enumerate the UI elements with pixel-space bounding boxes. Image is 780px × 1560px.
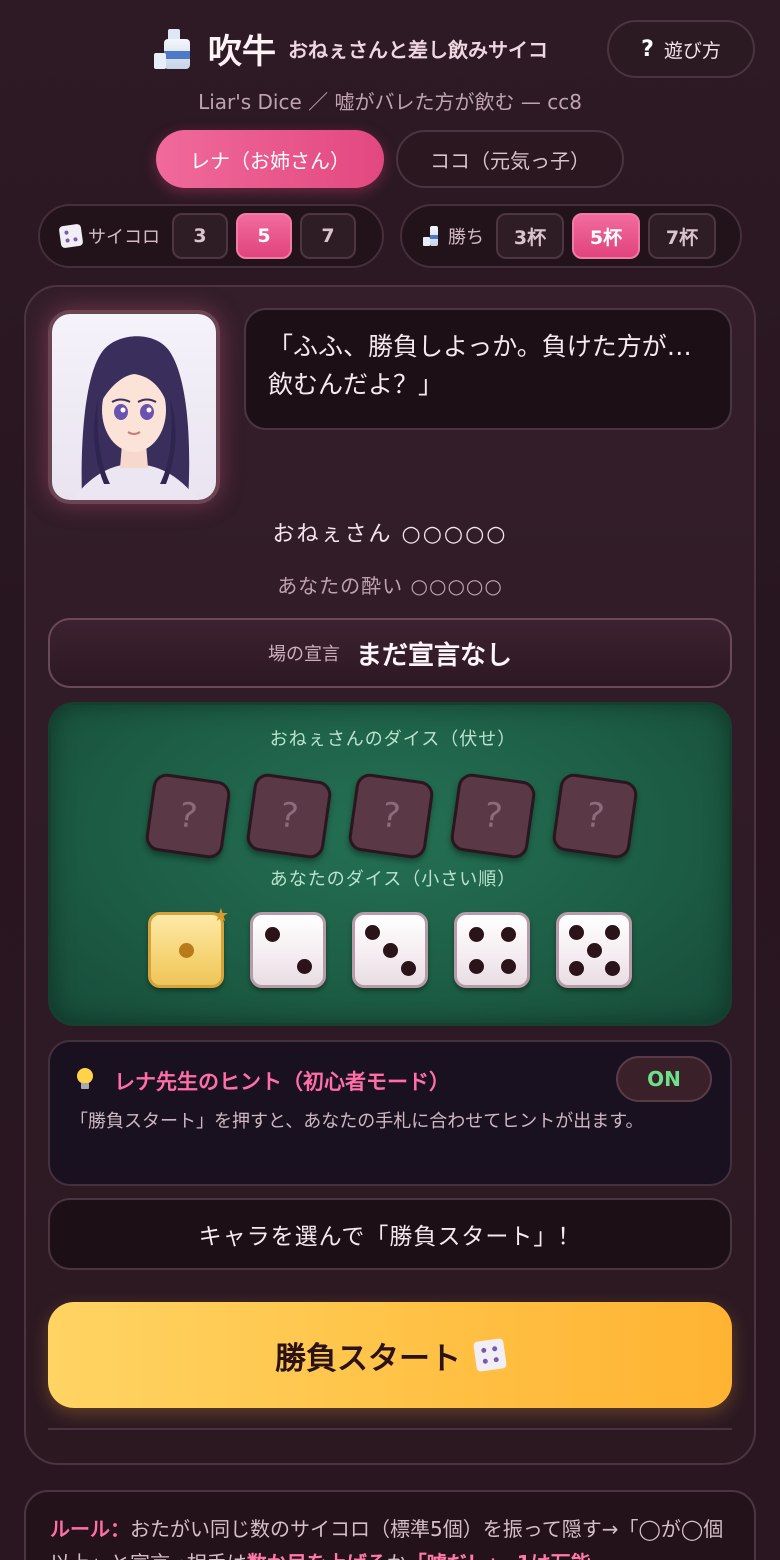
start-game-button[interactable]: 勝負スタート bbox=[48, 1302, 732, 1408]
dice-option-5[interactable]: 5 bbox=[236, 213, 292, 259]
character-portrait bbox=[52, 314, 216, 500]
sake-bottle-icon bbox=[152, 27, 192, 71]
character-tab-rena[interactable]: レナ（お姉さん） bbox=[156, 130, 384, 188]
tagline: Liar's Dice ／ 嘘がバレた方が飲む — cc8 bbox=[198, 90, 582, 114]
rules-text: か bbox=[387, 1551, 407, 1560]
player-drink-status: あなたの酔い ○○○○○ bbox=[277, 574, 503, 598]
opponent-hidden-die: ? bbox=[143, 771, 233, 861]
opponent-drink-status: おねぇさん ○○○○○ bbox=[272, 522, 508, 547]
start-button-label: 勝負スタート bbox=[275, 1340, 461, 1377]
player-die-4[interactable] bbox=[454, 912, 530, 988]
opponent-dice-label: おねぇさんのダイス（伏せ） bbox=[269, 729, 517, 750]
rules-highlight: 数か目を上げる bbox=[247, 1551, 387, 1560]
rules-key: ルール： bbox=[50, 1517, 130, 1541]
dice-icon bbox=[473, 1338, 507, 1372]
hint-box: レナ先生のヒント（初心者モード） ON 「勝負スタート」を押すと、あなたの手札に… bbox=[48, 1040, 732, 1186]
hint-title: レナ先生のヒント（初心者モード） bbox=[114, 1070, 450, 1094]
opponent-hidden-die: ? bbox=[550, 771, 640, 861]
dice-option-3[interactable]: 3 bbox=[172, 213, 228, 259]
claim-label: 場の宣言 bbox=[267, 644, 340, 665]
app-title: 吹牛 bbox=[208, 32, 276, 72]
help-button[interactable]: ? 遊び方 bbox=[607, 20, 755, 78]
title-row: 吹牛 おねぇさんと差し飲みサイコ bbox=[152, 24, 548, 73]
sake-bottle-icon bbox=[422, 225, 444, 247]
rules-highlight: 。1は万能 bbox=[497, 1551, 591, 1560]
win-count-group: 勝ち 3杯 5杯 7杯 bbox=[400, 204, 742, 268]
claim-value: まだ宣言なし bbox=[355, 640, 512, 671]
dice-option-7[interactable]: 7 bbox=[300, 213, 356, 259]
dice-count-group: サイコロ 3 5 7 bbox=[38, 204, 384, 268]
opponent-hidden-die: ? bbox=[448, 771, 538, 861]
player-die-1[interactable]: ★ bbox=[148, 905, 229, 988]
help-label: 遊び方 bbox=[663, 39, 721, 62]
hint-text: 「勝負スタート」を押すと、あなたの手札に合わせてヒントが出ます。 bbox=[70, 1111, 644, 1132]
game-prompt: キャラを選んで「勝負スタート」！ bbox=[48, 1198, 732, 1270]
rules-highlight: 「嘘だ！」 bbox=[407, 1551, 497, 1560]
divider bbox=[48, 1428, 732, 1430]
win-option-3[interactable]: 3杯 bbox=[496, 213, 564, 259]
app-subtitle: おねぇさんと差し飲みサイコ bbox=[288, 38, 548, 62]
character-avatar bbox=[48, 310, 220, 504]
dice-table: おねぇさんのダイス（伏せ） ? ? ? ? ? あなたのダイス（小さい順） ★ bbox=[48, 702, 732, 1026]
win-option-7[interactable]: 7杯 bbox=[648, 213, 716, 259]
lightbulb-icon bbox=[76, 1068, 94, 1090]
player-die-3[interactable] bbox=[352, 912, 428, 988]
current-claim: 場の宣言 まだ宣言なし bbox=[48, 618, 732, 688]
player-dice-label: あなたのダイス（小さい順） bbox=[269, 869, 517, 890]
character-tab-coco[interactable]: ココ（元気っ子） bbox=[396, 130, 624, 188]
opponent-hidden-die: ? bbox=[244, 771, 334, 861]
dice-count-label: サイコロ bbox=[58, 223, 160, 249]
header: 吹牛 おねぇさんと差し飲みサイコ ? 遊び方 Liar's Dice ／ 嘘がバ… bbox=[0, 0, 780, 130]
question-icon: ? bbox=[641, 36, 654, 62]
player-die-5[interactable] bbox=[556, 912, 632, 988]
rules-box: ルール：おたがい同じ数のサイコロ（標準5個）を振って隠す→「◯が◯個以上」と宣言… bbox=[24, 1490, 756, 1560]
star-icon: ★ bbox=[212, 905, 229, 926]
dice-icon bbox=[58, 223, 84, 249]
player-die-2[interactable] bbox=[250, 912, 326, 988]
win-option-5[interactable]: 5杯 bbox=[572, 213, 640, 259]
hint-toggle[interactable]: ON bbox=[616, 1056, 712, 1102]
win-count-label: 勝ち bbox=[422, 223, 484, 249]
character-speech-bubble: 「ふふ、勝負しよっか。負けた方が…飲むんだよ？」 bbox=[244, 308, 732, 430]
opponent-hidden-die: ? bbox=[346, 771, 436, 861]
